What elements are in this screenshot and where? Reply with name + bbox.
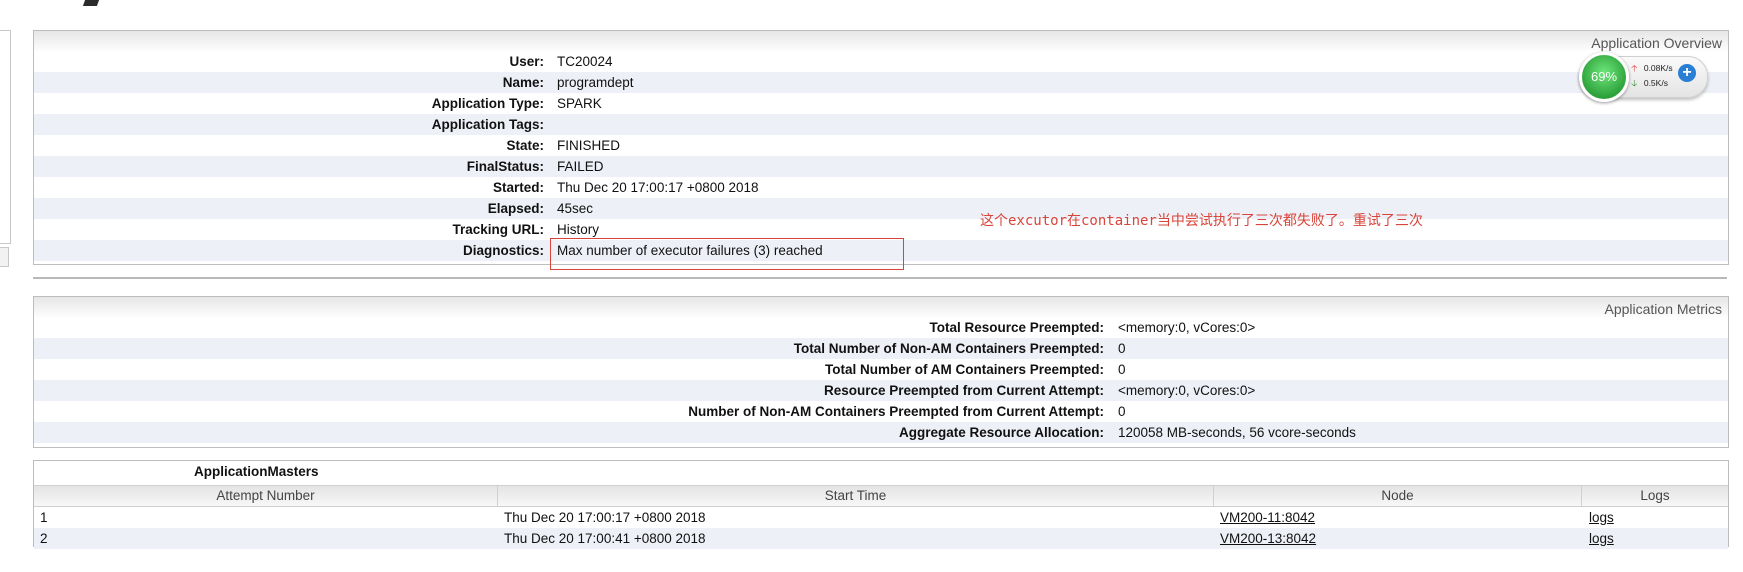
application-masters-title: ApplicationMasters	[194, 464, 319, 479]
column-header-logs[interactable]: Logs	[1582, 486, 1728, 506]
metrics-row: Aggregate Resource Allocation: 120058 MB…	[34, 422, 1728, 443]
info-row-tracking-url: Tracking URL: History	[34, 219, 1728, 240]
info-row-name: Name: programdept	[34, 72, 1728, 93]
node-link[interactable]: VM200-11:8042	[1220, 510, 1315, 525]
attempt-number: 1	[40, 510, 48, 525]
metrics-row: Resource Preempted from Current Attempt:…	[34, 380, 1728, 401]
metric-label: Total Number of AM Containers Preempted:	[824, 362, 1104, 377]
info-label: Application Tags:	[431, 117, 544, 132]
info-row-final-status: FinalStatus: FAILED	[34, 156, 1728, 177]
column-header-attempt[interactable]: Attempt Number	[34, 486, 498, 506]
metrics-row: Number of Non-AM Containers Preempted fr…	[34, 401, 1728, 422]
info-label: Name:	[502, 75, 544, 90]
table-row: 2 Thu Dec 20 17:00:41 +0800 2018 VM200-1…	[34, 528, 1728, 549]
info-row-application-type: Application Type: SPARK	[34, 93, 1728, 114]
info-value: programdept	[557, 75, 634, 90]
metric-label: Number of Non-AM Containers Preempted fr…	[688, 404, 1104, 419]
metric-label: Total Number of Non-AM Containers Preemp…	[793, 341, 1104, 356]
info-value: FINISHED	[557, 138, 621, 153]
annotation-note: 这个excutor在container当中尝试执行了三次都失败了。重试了三次	[980, 213, 1423, 229]
usage-gauge[interactable]: 69%	[1579, 52, 1629, 102]
application-overview-panel: Application Overview User: TC20024 Name:…	[33, 30, 1729, 265]
metric-value: <memory:0, vCores:0>	[1118, 320, 1256, 335]
arrow-down-icon: 🡣	[1631, 78, 1638, 88]
info-label: Diagnostics:	[462, 243, 544, 258]
info-row-state: State: FINISHED	[34, 135, 1728, 156]
node-link[interactable]: VM200-13:8042	[1220, 531, 1316, 546]
info-label: State:	[506, 138, 544, 153]
logs-link[interactable]: logs	[1589, 531, 1614, 546]
info-label: User:	[509, 54, 544, 69]
metric-value: 0	[1118, 404, 1126, 419]
info-row-user: User: TC20024	[34, 51, 1728, 72]
plus-icon[interactable]: +	[1678, 64, 1696, 82]
metrics-row: Total Number of AM Containers Preempted:…	[34, 359, 1728, 380]
metric-label: Total Resource Preempted:	[929, 320, 1104, 335]
info-value: TC20024	[557, 54, 613, 69]
table-row: 1 Thu Dec 20 17:00:17 +0800 2018 VM200-1…	[34, 507, 1728, 528]
metrics-row: Total Number of Non-AM Containers Preemp…	[34, 338, 1728, 359]
metric-label: Resource Preempted from Current Attempt:	[823, 383, 1104, 398]
logs-link[interactable]: logs	[1589, 510, 1614, 525]
info-label: Application Type:	[431, 96, 544, 111]
metric-value: 120058 MB-seconds, 56 vcore-seconds	[1118, 425, 1356, 440]
info-label: Started:	[492, 180, 544, 195]
attempt-number: 2	[40, 531, 48, 546]
metric-value: 0	[1118, 362, 1126, 377]
annotation-highlight-box	[550, 238, 904, 270]
logo-fragment	[82, 0, 100, 6]
info-row-started: Started: Thu Dec 20 17:00:17 +0800 2018	[34, 177, 1728, 198]
tracking-url-link[interactable]: History	[557, 219, 599, 240]
metric-label: Aggregate Resource Allocation:	[898, 425, 1104, 440]
section-divider	[33, 277, 1727, 279]
info-row-elapsed: Elapsed: 45sec	[34, 198, 1728, 219]
info-value: FAILED	[557, 159, 604, 174]
left-button-edge[interactable]	[0, 247, 9, 267]
info-label: Elapsed:	[487, 201, 544, 216]
info-row-application-tags: Application Tags:	[34, 114, 1728, 135]
info-value: SPARK	[557, 96, 602, 111]
application-overview-title: Application Overview	[34, 31, 1728, 51]
application-masters-table: ApplicationMasters Attempt Number Start …	[33, 460, 1729, 549]
start-time: Thu Dec 20 17:00:41 +0800 2018	[504, 531, 706, 546]
left-panel-edge	[0, 30, 11, 244]
metric-value: 0	[1118, 341, 1126, 356]
metric-value: <memory:0, vCores:0>	[1118, 383, 1256, 398]
info-label: FinalStatus:	[466, 159, 544, 174]
upload-speed: 🡡 0.08K/s	[1631, 63, 1673, 73]
download-speed: 🡣 0.5K/s	[1631, 78, 1668, 88]
info-value: 45sec	[557, 201, 594, 216]
column-header-node[interactable]: Node	[1214, 486, 1582, 506]
info-label: Tracking URL:	[452, 222, 544, 237]
start-time: Thu Dec 20 17:00:17 +0800 2018	[504, 510, 706, 525]
arrow-up-icon: 🡡	[1631, 63, 1638, 73]
table-header: Attempt Number Start Time Node Logs	[34, 485, 1728, 507]
info-value: Thu Dec 20 17:00:17 +0800 2018	[557, 180, 759, 195]
column-header-start-time[interactable]: Start Time	[498, 486, 1214, 506]
metrics-row: Total Resource Preempted: <memory:0, vCo…	[34, 317, 1728, 338]
application-metrics-title: Application Metrics	[34, 297, 1728, 317]
application-metrics-panel: Application Metrics Total Resource Preem…	[33, 296, 1729, 448]
